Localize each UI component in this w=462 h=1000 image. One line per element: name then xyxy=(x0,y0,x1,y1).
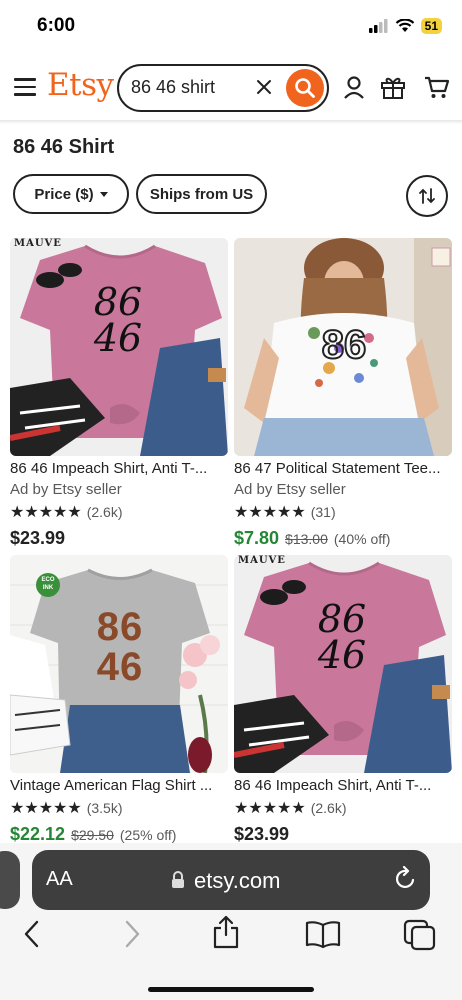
price-row: $23.99 xyxy=(234,824,452,845)
page-title: 86 46 Shirt xyxy=(13,136,115,158)
shirt-print-line-1: 86 xyxy=(317,597,367,641)
status-bar: 6:00 51 xyxy=(0,0,462,54)
listing-title[interactable]: 86 46 Impeach Shirt, Anti T-... xyxy=(234,777,448,794)
listing-rating: ★★★★★ (2.6k) xyxy=(10,502,228,522)
shirt-print-line-2: 46 xyxy=(96,645,144,689)
listing-card[interactable]: MAUVE 86 46 86 46 Impeach Shirt, Anti T-… xyxy=(10,238,228,549)
clear-search-icon[interactable] xyxy=(255,78,273,96)
listing-card[interactable]: 86 86 47 Political Statement Tee... Ad b… xyxy=(234,238,452,549)
shirt-print-line-1: 86 xyxy=(93,280,143,324)
search-box[interactable] xyxy=(117,64,329,112)
status-icons: 51 xyxy=(368,18,442,34)
star-rating-icon: ★★★★★ xyxy=(10,504,82,521)
listing-price: $23.99 xyxy=(10,528,66,548)
rating-count: (31) xyxy=(310,504,336,520)
shirt-print-line-2: 46 xyxy=(93,316,143,360)
site-header: Etsy xyxy=(0,60,462,118)
previous-tab-preview[interactable] xyxy=(0,851,20,909)
listing-ad-label: Ad by Etsy seller xyxy=(10,481,122,498)
filter-ships-label: Ships from US xyxy=(149,185,254,203)
listing-price: $7.80 xyxy=(234,528,280,548)
listing-title[interactable]: Vintage American Flag Shirt ... xyxy=(10,777,224,794)
listing-image[interactable]: ECO INK 86 46 xyxy=(10,555,228,773)
wifi-icon xyxy=(395,19,414,32)
shirt-print: 86 46 xyxy=(90,607,150,687)
tabs-icon[interactable] xyxy=(403,919,437,951)
listing-ad-label: Ad by Etsy seller xyxy=(234,481,346,498)
eco-ink-badge: ECO INK xyxy=(36,573,60,597)
shirt-print: 86 46 xyxy=(312,597,372,677)
caret-down-icon xyxy=(99,191,108,197)
filter-price-label: Price ($) xyxy=(34,185,94,203)
original-price: $13.00 xyxy=(285,531,328,547)
battery-indicator: 51 xyxy=(420,18,442,34)
svg-text:86: 86 xyxy=(322,323,367,367)
shirt-print: 86 46 xyxy=(88,280,148,360)
signal-icon xyxy=(368,19,388,33)
listing-rating: ★★★★★ (31) xyxy=(234,502,452,522)
listing-card[interactable]: MAUVE 86 46 86 46 Impeach Shirt, Anti T-… xyxy=(234,555,452,845)
star-rating-icon: ★★★★★ xyxy=(10,800,82,817)
cart-icon[interactable] xyxy=(424,74,450,100)
forward-icon[interactable] xyxy=(122,919,142,949)
shirt-print-line-2: 46 xyxy=(317,633,367,677)
search-button[interactable] xyxy=(286,69,324,107)
url-text[interactable]: etsy.com xyxy=(194,868,280,894)
menu-icon[interactable] xyxy=(14,78,36,96)
listing-image[interactable]: MAUVE 86 46 xyxy=(10,238,228,456)
account-icon[interactable] xyxy=(343,76,365,100)
search-input[interactable] xyxy=(131,77,241,98)
listing-rating: ★★★★★ (2.6k) xyxy=(234,798,452,818)
listing-rating: ★★★★★ (3.5k) xyxy=(10,798,228,818)
lock-icon xyxy=(172,871,184,888)
search-icon xyxy=(295,78,315,98)
listing-price: $22.12 xyxy=(10,824,66,844)
bookmarks-icon[interactable] xyxy=(305,919,341,949)
header-divider xyxy=(0,120,462,124)
discount-label: (40% off) xyxy=(333,531,391,547)
listing-card[interactable]: ECO INK 86 46 Vintage American Flag Shir… xyxy=(10,555,228,845)
address-bar[interactable]: AA etsy.com xyxy=(32,850,430,910)
sort-arrows-icon xyxy=(419,188,435,204)
price-row: $7.80 $13.00 (40% off) xyxy=(234,528,452,549)
star-rating-icon: ★★★★★ xyxy=(234,800,306,817)
discount-label: (25% off) xyxy=(119,827,177,843)
sort-button[interactable] xyxy=(406,175,448,217)
star-rating-icon: ★★★★★ xyxy=(234,504,306,521)
filter-price-button[interactable]: Price ($) xyxy=(13,174,129,214)
mauve-label: MAUVE xyxy=(14,238,62,249)
reload-icon[interactable] xyxy=(393,866,417,892)
etsy-logo[interactable]: Etsy xyxy=(47,67,114,103)
reader-settings-button[interactable]: AA xyxy=(46,868,73,891)
rating-count: (2.6k) xyxy=(310,800,347,816)
price-row: $22.12 $29.50 (25% off) xyxy=(10,824,228,845)
price-row: $23.99 xyxy=(10,528,228,549)
rating-count: (3.5k) xyxy=(86,800,123,816)
original-price: $29.50 xyxy=(71,827,114,843)
browser-nav-row xyxy=(0,915,462,959)
listing-title[interactable]: 86 47 Political Statement Tee... xyxy=(234,460,448,477)
status-time: 6:00 xyxy=(37,15,76,36)
gift-icon[interactable] xyxy=(380,74,406,100)
back-icon[interactable] xyxy=(22,919,42,949)
browser-toolbar: AA etsy.com xyxy=(0,843,462,1000)
share-icon[interactable] xyxy=(212,915,240,949)
home-indicator xyxy=(148,987,314,992)
listing-image[interactable]: 86 xyxy=(234,238,452,456)
filter-ships-from-button[interactable]: Ships from US xyxy=(136,174,267,214)
mauve-label: MAUVE xyxy=(238,555,286,566)
listing-price: $23.99 xyxy=(234,824,290,844)
listing-title[interactable]: 86 46 Impeach Shirt, Anti T-... xyxy=(10,460,224,477)
listing-image[interactable]: MAUVE 86 46 xyxy=(234,555,452,773)
shirt-print-line-1: 86 xyxy=(96,605,144,649)
rating-count: (2.6k) xyxy=(86,504,123,520)
